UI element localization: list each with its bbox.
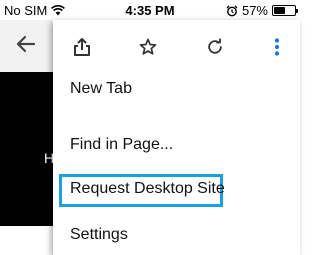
battery-percent: 57%	[241, 3, 268, 18]
battery-icon	[272, 5, 298, 16]
alarm-icon	[226, 5, 238, 16]
battery-fill	[274, 7, 286, 14]
overflow-menu: New Tab Find in Page... Request Desktop …	[53, 20, 300, 255]
status-right: 57%	[226, 3, 298, 18]
more-vertical-icon[interactable]	[265, 35, 289, 59]
reload-icon[interactable]	[203, 35, 227, 59]
menu-icon-row	[53, 20, 300, 74]
menu-item-find-in-page[interactable]: Find in Page...	[70, 136, 173, 154]
menu-item-new-tab[interactable]: New Tab	[70, 80, 132, 98]
menu-item-settings[interactable]: Settings	[70, 226, 128, 244]
bookmark-star-icon[interactable]	[136, 35, 160, 59]
back-arrow-icon[interactable]	[14, 32, 38, 56]
status-bar: No SIM 4:35 PM 57%	[0, 0, 300, 20]
menu-item-request-desktop-site[interactable]: Request Desktop Site	[70, 180, 225, 198]
share-icon[interactable]	[70, 35, 94, 59]
